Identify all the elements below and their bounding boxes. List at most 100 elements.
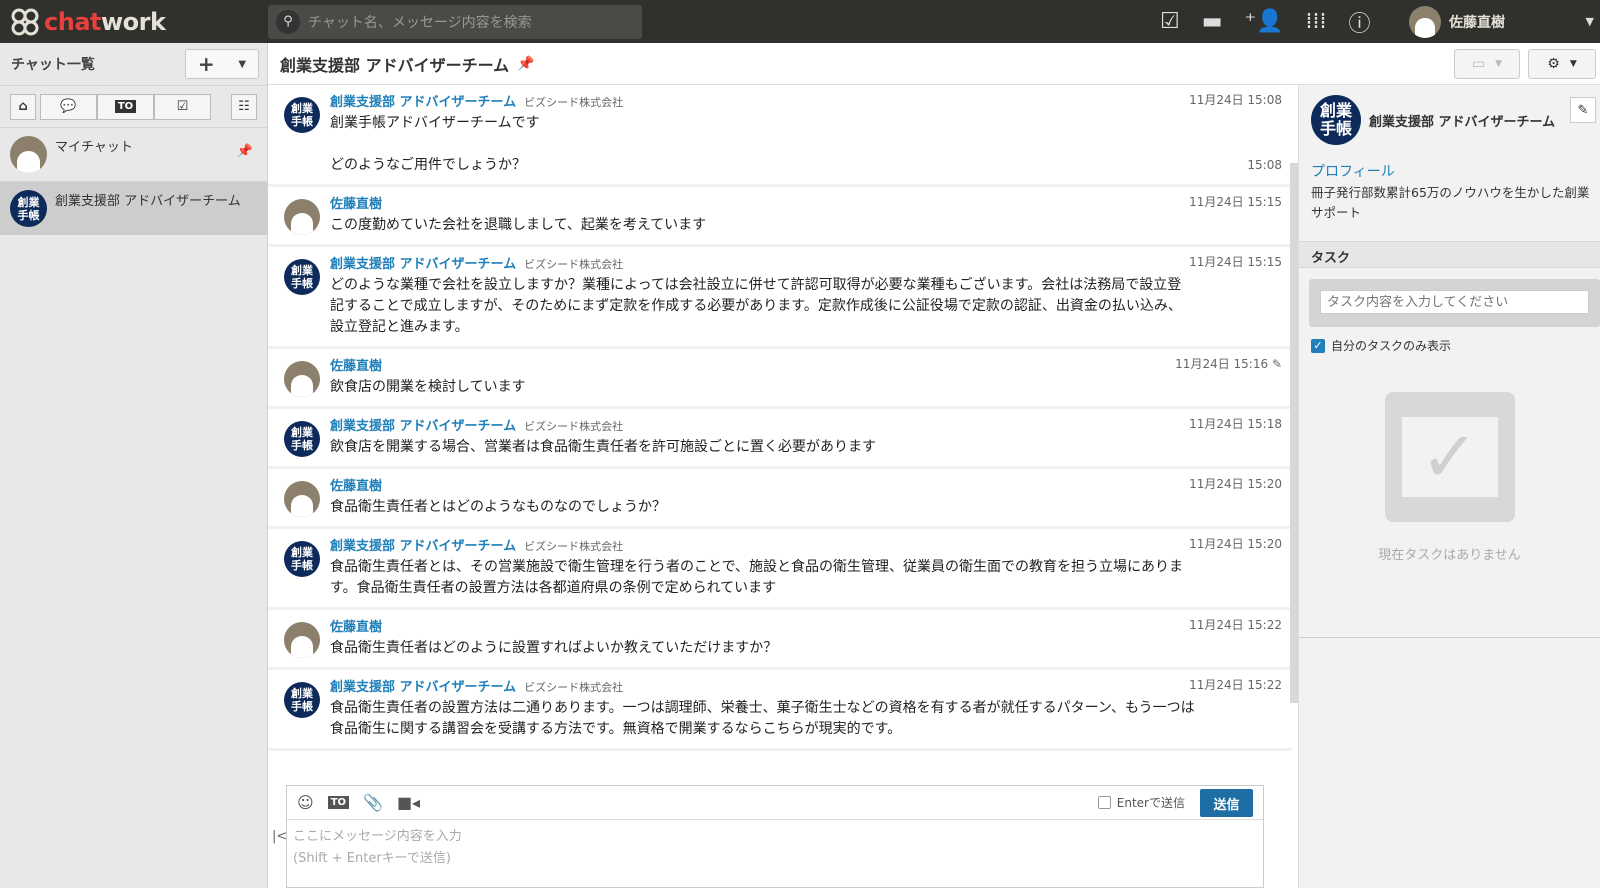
sender-name[interactable]: 創業支援部 アドバイザーチーム	[330, 95, 516, 110]
avatar	[284, 622, 320, 658]
message: 創業 手帳 創業支援部 アドバイザーチーム ビズシード株式会社 創業手帳アドバイザーチー…	[268, 85, 1292, 187]
chatwork-logo[interactable]: chatwork	[0, 7, 268, 37]
sender-badge: 創業 手帳	[284, 97, 320, 133]
gear-icon: ⚙	[1547, 55, 1560, 72]
search-input[interactable]: ⚲ チャット名、メッセージ内容を検索	[268, 4, 642, 39]
chat-main: 創業支援部 アドバイザーチーム 📌 ▭ ▼ ⚙ ▼ 創業 手帳 創業支援部 アドバイザー…	[268, 43, 1600, 888]
task-icon[interactable]: ☑	[1160, 9, 1180, 34]
sidebar: チャット一覧 + ▼ ⌂ 💬 TO ☑ ☷ マイチャット 📌 創業 手帳 創業支援部…	[0, 43, 268, 888]
folder-icon[interactable]: ▬	[1202, 9, 1223, 34]
message: 創業 手帳 創業支援部 アドバイザーチーム ビズシード株式会社 食品衛生責任者の設置方法…	[268, 670, 1292, 751]
top-bar: chatwork ⚲ チャット名、メッセージ内容を検索 ☑ ▬ ⁺👤 ⁞⁞⁞ ⓘ…	[0, 0, 1600, 43]
plus-icon: +	[197, 52, 215, 76]
sender-badge: 創業 手帳	[284, 541, 320, 577]
sender-name[interactable]: 創業支援部 アドバイザーチーム	[330, 257, 516, 272]
scrollbar[interactable]	[1290, 163, 1298, 703]
room-name: 創業支援部 アドバイザーチーム	[55, 194, 241, 209]
chevron-down-icon: ▼	[238, 58, 247, 70]
search-icon: ⚲	[276, 9, 300, 34]
video-icon[interactable]: ■◂	[397, 793, 420, 812]
logo-text-chat: chat	[44, 7, 101, 36]
logo-text-work: work	[100, 7, 166, 36]
sender-name[interactable]: 佐藤直樹	[330, 359, 382, 374]
unread-filter-button[interactable]: 💬	[40, 93, 97, 120]
sender-name[interactable]: 創業支援部 アドバイザーチーム	[330, 539, 516, 554]
logo-icon	[11, 8, 39, 35]
profile-link[interactable]: プロフィール	[1299, 155, 1600, 183]
add-chat-button[interactable]: + ▼	[185, 49, 259, 79]
sender-name[interactable]: 創業支援部 アドバイザーチーム	[330, 419, 516, 434]
sender-org: ビズシード株式会社	[524, 681, 624, 694]
message-line: 食品衛生責任者の設置方法は二通りあります。一つは調理師、栄養士、菓子衛生士などの…	[330, 700, 1195, 716]
message-time: 11月24日 15:22	[1189, 678, 1282, 692]
task-input[interactable]	[1320, 290, 1589, 314]
room-item-mychat[interactable]: マイチャット 📌	[0, 127, 267, 181]
send-button[interactable]: 送信	[1200, 789, 1253, 817]
message: 佐藤直樹 食品衛生責任者はどのように設置すればよいか教えていただけますか？ 11月2…	[268, 610, 1292, 670]
info-icon[interactable]: ⓘ	[1349, 6, 1371, 38]
own-tasks-toggle[interactable]: ✓ 自分のタスクのみ表示	[1299, 327, 1600, 364]
sender-name[interactable]: 佐藤直樹	[330, 197, 382, 212]
sender-name[interactable]: 創業支援部 アドバイザーチーム	[330, 680, 516, 695]
to-filter-button[interactable]: TO	[97, 93, 154, 120]
chevron-down-icon: ▼	[1569, 58, 1577, 69]
avatar	[284, 199, 320, 235]
message: 佐藤直樹飲食店の開業を検討しています 11月24日 15:16 ✎	[268, 349, 1292, 409]
settings-button[interactable]: ⚙ ▼	[1528, 48, 1596, 79]
emoji-icon[interactable]: ☺	[297, 793, 314, 812]
message-line: 飲食店の開業を検討しています	[330, 379, 526, 395]
room-info-panel: 創業 手帳 創業支援部 アドバイザーチーム ✎ プロフィール 冊子発行部数累計65…	[1298, 85, 1600, 888]
message: 創業 手帳 創業支援部 アドバイザーチーム ビズシード株式会社 食品衛生責任者とは、その…	[268, 529, 1292, 610]
user-menu[interactable]: 佐藤直樹	[1409, 5, 1505, 38]
message-line: この度勤めていた会社を退職しまして、起業を考えています	[330, 217, 707, 233]
collapse-icon[interactable]: |<	[272, 829, 287, 844]
pin-icon[interactable]: 📌	[517, 56, 534, 72]
message-line: どのような業種で会社を設立しますか？業種によっては会社設立に併せて許認可取得が必…	[330, 277, 1182, 293]
message-line: 食品衛生に関する講習会を受講する方法です。無資格で開業するならこちらが現実的です…	[330, 721, 902, 737]
avatar	[1409, 5, 1441, 38]
task-heading: タスク	[1299, 241, 1600, 268]
empty-task-text: 現在タスクはありません	[1378, 548, 1521, 563]
message-time: 15:08	[1247, 158, 1282, 172]
sender-name[interactable]: 佐藤直樹	[330, 620, 382, 635]
message-line: す。食品衛生責任者の設置方法は各都道府県の条例で定められています	[330, 580, 777, 596]
message-time: 11月24日 15:16 ✎	[1175, 357, 1282, 371]
sender-org: ビズシード株式会社	[524, 96, 624, 109]
category-button[interactable]: ☷	[231, 93, 257, 120]
to-icon[interactable]: TO	[327, 796, 350, 809]
room-name: 創業支援部 アドバイザーチーム	[1369, 114, 1556, 130]
message: 創業 手帳 創業支援部 アドバイザーチーム ビズシード株式会社 どのような業種で会社を設…	[268, 247, 1292, 349]
enter-send-toggle[interactable]: Enterで送信	[1097, 794, 1185, 811]
profile-text: 冊子発行部数累計65万のノウハウを生かした創業サポート	[1311, 185, 1590, 220]
add-contact-icon[interactable]: ⁺👤	[1245, 9, 1284, 34]
attach-icon[interactable]: 📎	[363, 793, 383, 812]
pin-icon[interactable]: 📌	[237, 144, 253, 159]
pencil-icon: ✎	[1271, 357, 1282, 371]
message-line: どのようなご用件でしょうか？	[330, 157, 526, 173]
avatar	[10, 136, 47, 173]
apps-grid-icon[interactable]: ⁞⁞⁞	[1306, 9, 1327, 34]
message-list: 創業 手帳 創業支援部 アドバイザーチーム ビズシード株式会社 創業手帳アドバイザーチー…	[268, 85, 1292, 785]
composer: ☺ TO 📎 ■◂ Enterで送信 送信 ここにメッセージ内容を入力 (Shi…	[286, 785, 1264, 888]
sender-badge: 創業 手帳	[284, 259, 320, 295]
empty-task-icon: ✓	[1384, 392, 1515, 522]
divider	[1299, 637, 1600, 638]
checkbox[interactable]	[1097, 796, 1111, 809]
chevron-down-icon[interactable]: ▼	[1586, 15, 1594, 28]
placeholder-line: ここにメッセージ内容を入力	[293, 829, 462, 844]
sender-org: ビズシード株式会社	[524, 540, 624, 553]
file-button[interactable]: ▭ ▼	[1454, 48, 1520, 79]
checkbox-checked-icon[interactable]: ✓	[1311, 338, 1325, 353]
sender-name[interactable]: 佐藤直樹	[330, 479, 382, 494]
home-filter-button[interactable]: ⌂	[10, 93, 36, 120]
message-line: 記することで成立しますが、そのためにまず定款を作成する必要があります。定款作成後…	[330, 298, 1182, 314]
edit-button[interactable]: ✎	[1570, 97, 1596, 123]
task-filter-button[interactable]: ☑	[154, 93, 211, 120]
sender-org: ビズシード株式会社	[524, 420, 624, 433]
message-input[interactable]: ここにメッセージ内容を入力 (Shift + Enterキーで送信)	[287, 820, 1263, 876]
to-icon: TO	[114, 100, 137, 113]
room-item-advisor-team[interactable]: 創業 手帳 創業支援部 アドバイザーチーム	[0, 181, 267, 235]
room-name: マイチャット	[55, 140, 133, 155]
message-line: 食品衛生責任者はどのように設置すればよいか教えていただけますか？	[330, 640, 778, 656]
message-line: 食品衛生責任者とはどのようなものなのでしょうか？	[330, 499, 666, 515]
